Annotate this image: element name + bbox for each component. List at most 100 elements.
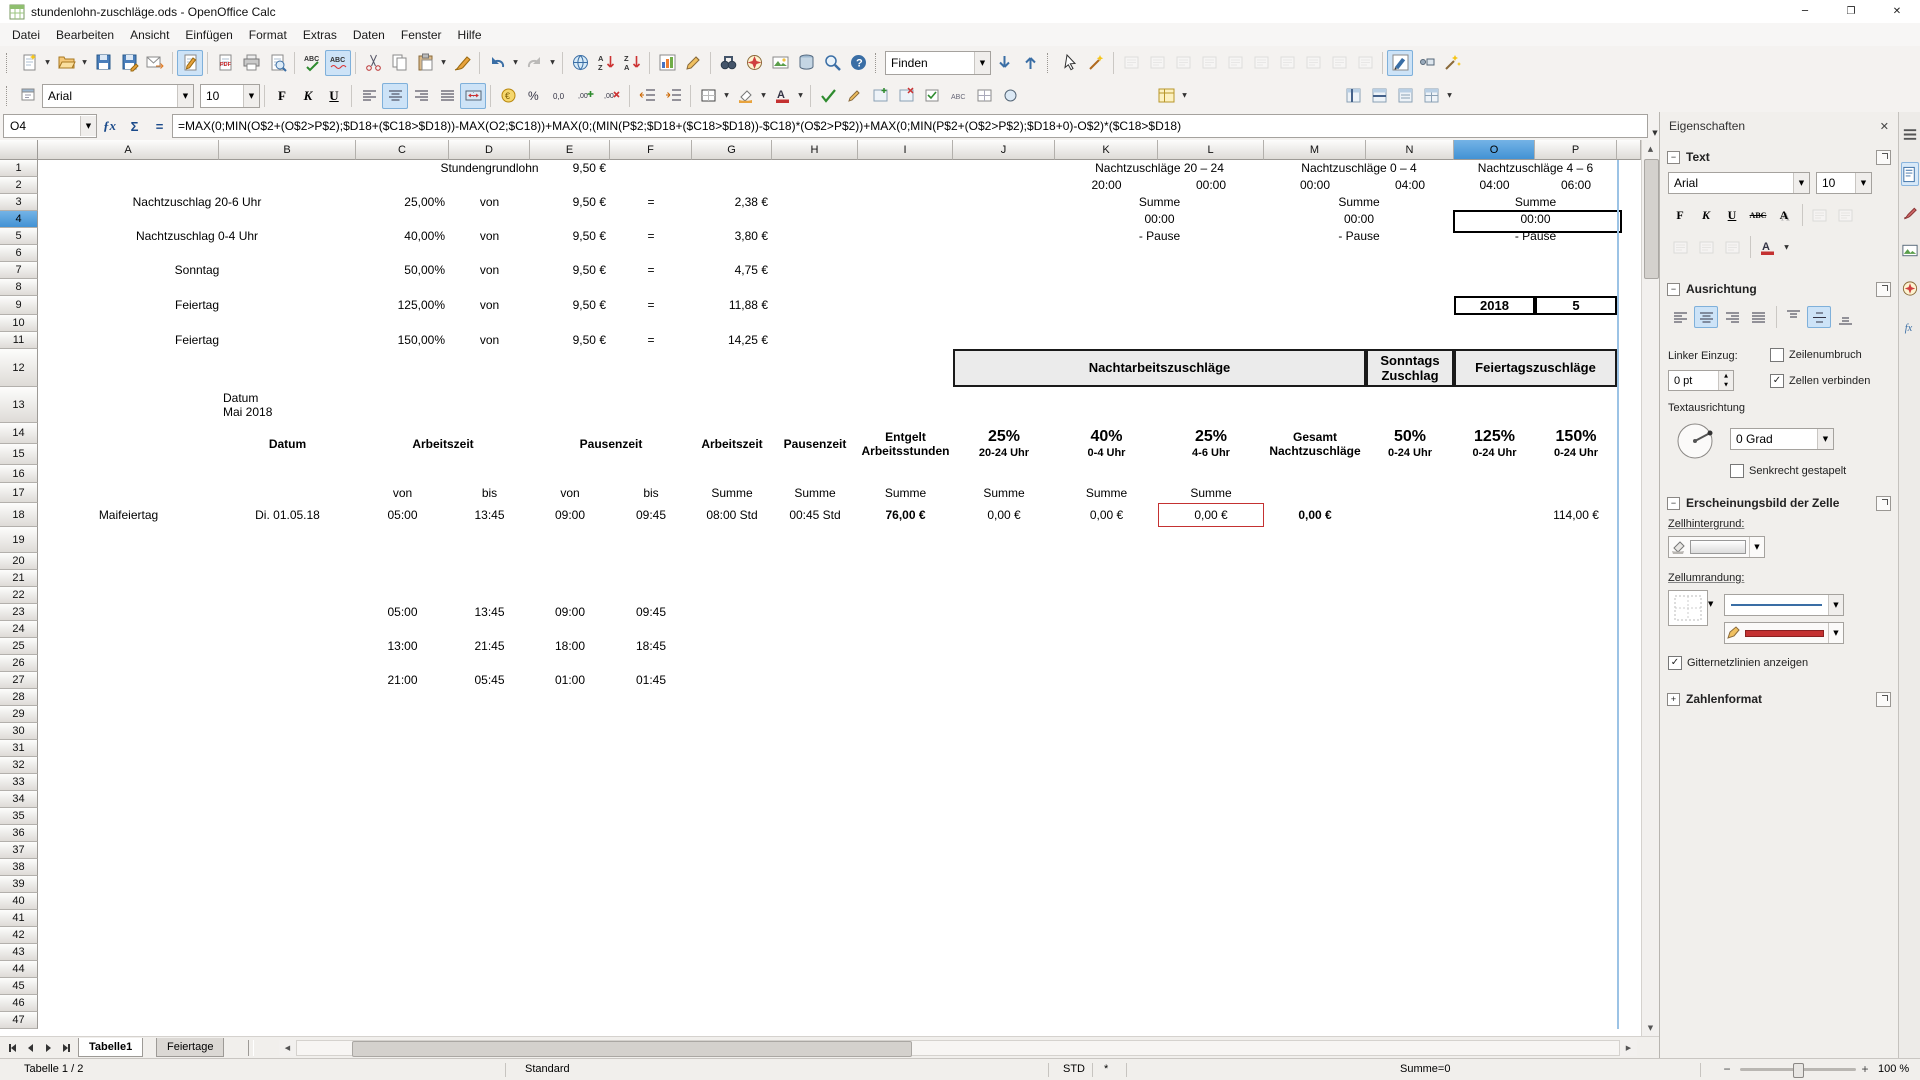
save-icon[interactable] [90, 50, 116, 76]
line-style-dropdown-icon[interactable]: ▼ [1828, 595, 1843, 615]
cell-K4[interactable]: 00:00 [1055, 211, 1264, 228]
redo-dropdown-icon[interactable]: ▼ [547, 50, 558, 76]
styles-deck-icon[interactable] [1901, 200, 1919, 224]
sidebar-bold-icon[interactable]: F [1668, 204, 1692, 226]
column-header-L[interactable]: L [1158, 140, 1264, 160]
rotation-degree-combo[interactable]: 0 Grad ▼ [1730, 428, 1834, 450]
find-input[interactable]: Finden▼ [885, 51, 991, 75]
font-color-icon[interactable]: A [769, 83, 795, 109]
row-header-2[interactable]: 2 [0, 177, 38, 194]
sidebar-close-icon[interactable]: ✕ [1880, 120, 1889, 133]
sidebar-menu-icon[interactable] [1901, 122, 1919, 146]
cell-O2[interactable]: 04:00 [1454, 177, 1535, 194]
freeze-panes-icon[interactable] [1340, 83, 1366, 109]
cell-F25[interactable]: 18:45 [610, 638, 692, 655]
cell-F5[interactable]: = [610, 228, 692, 245]
underline-icon[interactable]: U [321, 83, 347, 109]
cell-L18[interactable]: 0,00 € [1158, 503, 1264, 527]
menu-datei[interactable]: Datei [4, 25, 48, 45]
cell-background-picker[interactable]: ▼ [1668, 536, 1765, 558]
font-name-combo[interactable]: Arial▼ [42, 84, 194, 108]
cell-K2[interactable]: 20:00 [1055, 177, 1158, 194]
cell-E25[interactable]: 18:00 [530, 638, 610, 655]
toolbar-grip[interactable] [6, 86, 12, 106]
row-header-28[interactable]: 28 [0, 689, 38, 706]
cell-O9[interactable]: 2018 [1454, 296, 1535, 315]
cell-E27[interactable]: 01:00 [530, 672, 610, 689]
bold-icon[interactable]: F [269, 83, 295, 109]
cell-K1[interactable]: Nachtzuschläge 20 – 24 [1055, 160, 1264, 177]
find-down-icon[interactable] [991, 50, 1017, 76]
column-header-G[interactable]: G [692, 140, 772, 160]
border-dropdown-icon[interactable]: ▼ [1708, 600, 1713, 608]
valign-bottom-icon[interactable] [1833, 306, 1857, 328]
zoom-slider-thumb[interactable] [1793, 1063, 1804, 1078]
toolbar-grip[interactable] [875, 53, 881, 73]
background-dropdown-icon[interactable]: ▼ [1749, 537, 1764, 557]
cell-E7[interactable]: 9,50 € [530, 262, 610, 279]
align-left-icon[interactable] [356, 83, 382, 109]
cell-I14[interactable]: EntgeltArbeitsstunden [858, 423, 953, 465]
scroll-down-icon[interactable]: ▼ [1642, 1019, 1659, 1036]
row-header-8[interactable]: 8 [0, 279, 38, 296]
row-header-46[interactable]: 46 [0, 995, 38, 1012]
cell-K3[interactable]: Summe [1055, 194, 1264, 211]
cell-E5[interactable]: 9,50 € [530, 228, 610, 245]
open-folder-dropdown-icon[interactable]: ▼ [79, 50, 90, 76]
form-design-mode-icon[interactable] [1083, 50, 1109, 76]
email-icon[interactable] [142, 50, 168, 76]
cell-E11[interactable]: 9,50 € [530, 332, 610, 349]
cell-G5[interactable]: 3,80 € [692, 228, 772, 245]
cell-K5[interactable]: - Pause [1055, 228, 1264, 245]
cell-D11[interactable]: von [449, 332, 530, 349]
sidebar-shadow-icon[interactable]: A [1772, 204, 1796, 226]
row-header-31[interactable]: 31 [0, 740, 38, 757]
row-header-38[interactable]: 38 [0, 859, 38, 876]
zellen-verbinden-checkbox[interactable]: ✓ Zellen verbinden [1770, 374, 1870, 388]
rotation-dial[interactable] [1674, 420, 1716, 465]
line-color-picker[interactable]: ▼ [1724, 622, 1844, 644]
design-mode-on-icon[interactable] [1387, 50, 1413, 76]
row-header-44[interactable]: 44 [0, 961, 38, 978]
sort-ascending-icon[interactable]: AZ [593, 50, 619, 76]
cell-O14[interactable]: 125%0-24 Uhr [1454, 423, 1535, 465]
cell-A11[interactable]: Feiertag [38, 332, 356, 349]
cell-F17[interactable]: bis [610, 483, 692, 503]
sidebar-font-size[interactable]: 10 ▼ [1816, 172, 1872, 194]
previous-sheet-icon[interactable] [22, 1040, 39, 1056]
checkbox-icon[interactable] [1730, 464, 1744, 478]
cell-C3[interactable]: 25,00% [356, 194, 449, 211]
gallery-icon[interactable] [767, 50, 793, 76]
cell-M3[interactable]: Summe [1264, 194, 1454, 211]
cell-G18[interactable]: 08:00 Std [692, 503, 772, 527]
cell-F3[interactable]: = [610, 194, 692, 211]
row-header-39[interactable]: 39 [0, 876, 38, 893]
split-window-icon[interactable] [1366, 83, 1392, 109]
find-up-icon[interactable] [1017, 50, 1043, 76]
row-header-17[interactable]: 17 [0, 483, 38, 503]
zoom-in-icon[interactable]: + [1858, 1062, 1872, 1076]
row-header-47[interactable]: 47 [0, 1012, 38, 1029]
cell-D18[interactable]: 13:45 [449, 503, 530, 527]
cell-I18[interactable]: 76,00 € [858, 503, 953, 527]
merge-cells-icon[interactable] [460, 83, 486, 109]
menu-daten[interactable]: Daten [345, 25, 393, 45]
find-replace-icon[interactable] [715, 50, 741, 76]
cell-E18[interactable]: 09:00 [530, 503, 610, 527]
horizontal-scrollbar-thumb[interactable] [352, 1041, 912, 1057]
cell-O3[interactable]: Summe [1454, 194, 1617, 211]
cell-P9[interactable]: 5 [1535, 296, 1617, 315]
row-header-33[interactable]: 33 [0, 774, 38, 791]
row-header-42[interactable]: 42 [0, 927, 38, 944]
borders-icon[interactable] [695, 83, 721, 109]
row-header-16[interactable]: 16 [0, 465, 38, 483]
cell-N12[interactable]: SonntagsZuschlag [1366, 349, 1454, 387]
cell-O4[interactable]: 00:00 [1454, 211, 1617, 228]
row-header-32[interactable]: 32 [0, 757, 38, 774]
print-icon[interactable] [238, 50, 264, 76]
cell-N2[interactable]: 04:00 [1366, 177, 1454, 194]
cell-D5[interactable]: von [449, 228, 530, 245]
hyperlink-icon[interactable] [567, 50, 593, 76]
valign-center-icon[interactable] [1807, 306, 1831, 328]
cell-D7[interactable]: von [449, 262, 530, 279]
